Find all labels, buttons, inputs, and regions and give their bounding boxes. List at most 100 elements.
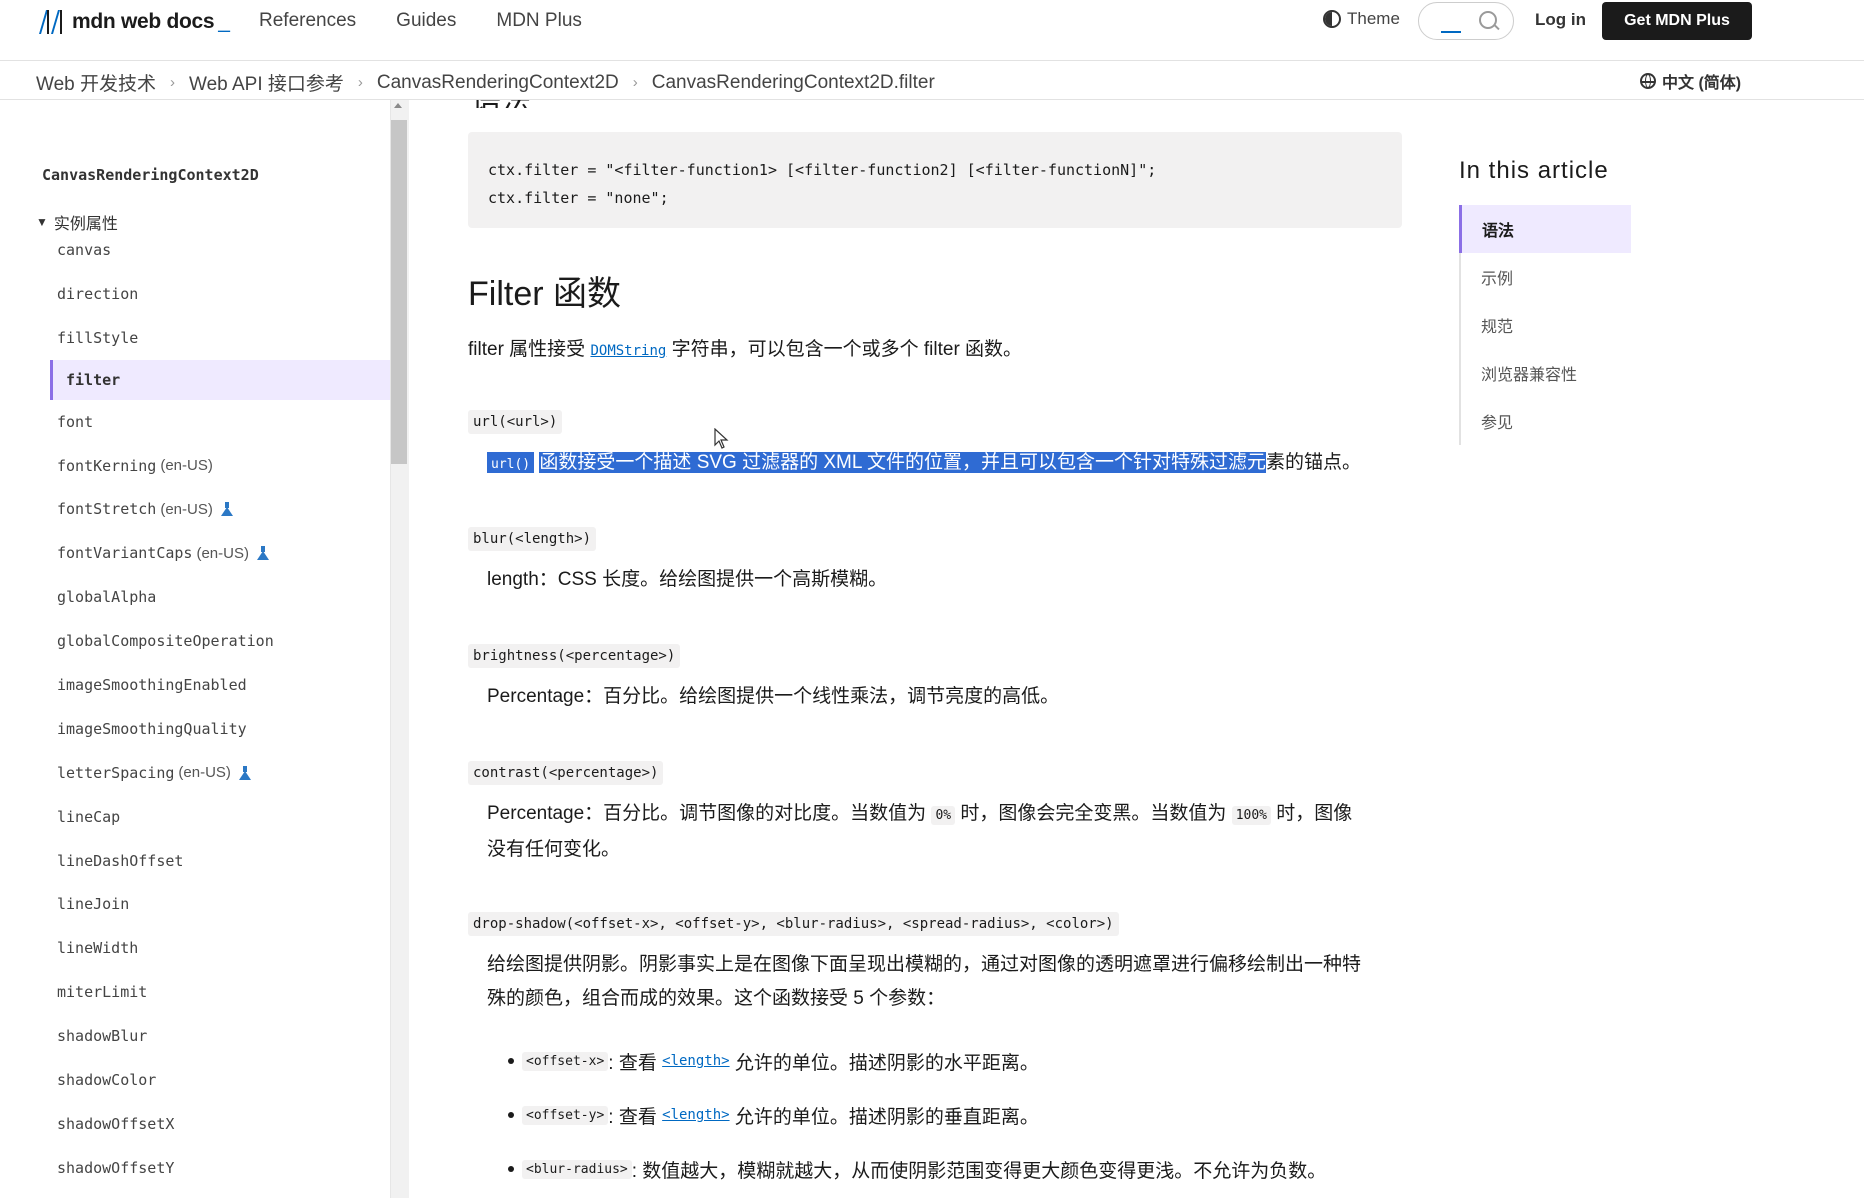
sidebar-item-label: shadowColor xyxy=(57,1070,157,1089)
sidebar-item-fontstretch[interactable]: fontStretch (en-US) xyxy=(50,487,390,531)
mdn-logo-icon xyxy=(39,10,62,34)
sidebar-item-fontvariantcaps[interactable]: fontVariantCaps (en-US) xyxy=(50,531,390,575)
domstring-link[interactable]: DOMString xyxy=(590,343,666,359)
sidebar-item-globalalpha[interactable]: globalAlpha xyxy=(50,575,390,619)
search-input[interactable] xyxy=(1418,2,1514,40)
breadcrumb-item[interactable]: Web API 接口参考 xyxy=(189,69,344,96)
sidebar-scrollbar-thumb[interactable] xyxy=(391,120,407,464)
nav-mdn-plus[interactable]: MDN Plus xyxy=(496,10,582,32)
theme-toggle[interactable]: Theme xyxy=(1323,9,1400,29)
sidebar-item-filter[interactable]: filter xyxy=(50,359,390,400)
term-url: url(<url>) xyxy=(468,410,563,434)
sidebar-title[interactable]: CanvasRenderingContext2D xyxy=(42,166,259,184)
code-chip: <offset-x> xyxy=(522,1051,609,1071)
length-link[interactable]: <length> xyxy=(662,1107,729,1123)
sidebar-item-direction[interactable]: direction xyxy=(50,272,390,316)
sidebar-item-label: lineWidth xyxy=(57,939,139,958)
code-chip-url: url() xyxy=(491,457,531,472)
toc-item[interactable]: 规范 xyxy=(1461,301,1631,349)
toc-item[interactable]: 示例 xyxy=(1461,253,1631,301)
sidebar-item-letterspacing[interactable]: letterSpacing (en-US) xyxy=(50,751,390,795)
desc-contrast: Percentage：百分比。调节图像的对比度。当数值为 0% 时，图像会完全变… xyxy=(487,803,1353,860)
triangle-down-icon: ▼ xyxy=(36,215,48,229)
login-link[interactable]: Log in xyxy=(1535,10,1586,30)
sidebar-item-label: lineCap xyxy=(57,807,121,826)
sidebar-item-label: imageSmoothingEnabled xyxy=(57,675,247,694)
sidebar-item-shadowcolor[interactable]: shadowColor xyxy=(50,1058,390,1102)
drop-shadow-params-list: <offset-x> : 查看 <length> 允许的单位。描述阴影的水平距离… xyxy=(508,1034,1422,1196)
mouse-cursor-icon xyxy=(714,428,729,449)
experimental-flask-icon xyxy=(256,546,269,561)
sidebar-item-canvas[interactable]: canvas xyxy=(50,228,390,272)
sidebar-item-shadowoffsetx[interactable]: shadowOffsetX xyxy=(50,1102,390,1146)
sidebar-item-locale: (en-US) xyxy=(160,500,213,518)
term-brightness: brightness(<percentage>) xyxy=(468,644,681,668)
code-chip: <offset-y> xyxy=(522,1105,609,1125)
sidebar-item-label: fontStretch xyxy=(57,500,157,519)
logo-text: mdn web docs xyxy=(72,10,215,33)
sidebar-item-label: lineDashOffset xyxy=(57,851,184,870)
top-header: mdn web docs _ References Guides MDN Plu… xyxy=(0,0,1864,61)
sidebar-item-shadowoffsety[interactable]: shadowOffsetY xyxy=(50,1146,390,1190)
sidebar-item-linewidth[interactable]: lineWidth xyxy=(50,926,390,970)
toc-item[interactable]: 参见 xyxy=(1461,397,1631,445)
toc-item[interactable]: 语法 xyxy=(1459,205,1631,253)
sidebar-item-globalcompositeoperation[interactable]: globalCompositeOperation xyxy=(50,619,390,663)
code-chip: 0% xyxy=(931,806,956,825)
sidebar-item-linejoin[interactable]: lineJoin xyxy=(50,882,390,926)
scroll-up-arrow-icon[interactable] xyxy=(394,103,402,108)
sidebar-item-label: fontVariantCaps xyxy=(57,544,193,563)
experimental-flask-icon xyxy=(220,502,233,517)
breadcrumb-item[interactable]: CanvasRenderingContext2D xyxy=(377,72,619,94)
search-icon xyxy=(1479,11,1497,29)
list-item: <offset-x> : 查看 <length> 允许的单位。描述阴影的水平距离… xyxy=(508,1034,1422,1088)
code-chip: <blur-radius> xyxy=(522,1159,632,1179)
sidebar-item-label: direction xyxy=(57,284,139,303)
sidebar: CanvasRenderingContext2D ▼ 实例属性 canvas di… xyxy=(0,100,390,1198)
sidebar-item-locale: (en-US) xyxy=(178,764,231,782)
sidebar-item-imagesmoothingenabled[interactable]: imageSmoothingEnabled xyxy=(50,663,390,707)
sidebar-item-fillstyle[interactable]: fillStyle xyxy=(50,316,390,360)
term-drop-shadow: drop-shadow(<offset-x>, <offset-y>, <blu… xyxy=(468,912,1119,936)
sidebar-item-label: filter xyxy=(66,370,121,389)
sidebar-item-shadowblur[interactable]: shadowBlur xyxy=(50,1014,390,1058)
desc-blur: length：CSS 长度。给绘图提供一个高斯模糊。 xyxy=(487,569,888,590)
sidebar-item-label: font xyxy=(57,412,94,431)
section-heading-filter-functions: Filter 函数 xyxy=(468,275,621,313)
desc-brightness: Percentage：百分比。给绘图提供一个线性乘法，调节亮度的高低。 xyxy=(487,686,1060,707)
sidebar-item-label: globalAlpha xyxy=(57,588,157,607)
sidebar-item-linedashoffset[interactable]: lineDashOffset xyxy=(50,839,390,883)
list-item: <blur-radius> : 数值越大，模糊就越大，从而使阴影范围变得更大颜色… xyxy=(508,1142,1422,1196)
length-link[interactable]: <length> xyxy=(662,1053,729,1069)
chevron-right-icon: › xyxy=(170,74,176,91)
term-contrast: contrast(<percentage>) xyxy=(468,761,664,785)
sidebar-item-label: shadowBlur xyxy=(57,1027,148,1046)
sidebar-item-label: globalCompositeOperation xyxy=(57,632,274,651)
nav-references[interactable]: References xyxy=(259,10,356,32)
chevron-right-icon: › xyxy=(357,74,363,91)
chevron-right-icon: › xyxy=(632,74,638,91)
toc-item[interactable]: 浏览器兼容性 xyxy=(1461,349,1631,397)
selected-text: 函数接受一个描述 SVG 过滤器的 XML 文件的位置，并且可以包含一个针对特殊… xyxy=(539,452,1267,473)
breadcrumb-item[interactable]: Web 开发技术 xyxy=(36,69,156,96)
language-switcher[interactable]: 中文 (简体) xyxy=(1640,69,1741,93)
code-line: ctx.filter = "<filter-function1> [<filte… xyxy=(488,161,1157,179)
get-mdn-plus-button[interactable]: Get MDN Plus xyxy=(1602,2,1752,40)
theme-icon xyxy=(1323,10,1341,28)
sidebar-item-linecap[interactable]: lineCap xyxy=(50,795,390,839)
mdn-logo[interactable]: mdn web docs _ xyxy=(36,6,230,38)
sidebar-item-locale: (en-US) xyxy=(160,457,213,474)
sidebar-item-font[interactable]: font xyxy=(50,400,390,444)
sidebar-item-fontkerning[interactable]: fontKerning (en-US) xyxy=(50,444,390,488)
globe-icon xyxy=(1640,73,1656,89)
language-label: 中文 (简体) xyxy=(1662,75,1742,92)
sidebar-item-imagesmoothingquality[interactable]: imageSmoothingQuality xyxy=(50,707,390,751)
nav-guides[interactable]: Guides xyxy=(396,10,456,32)
breadcrumb-bar: Web 开发技术 › Web API 接口参考 › CanvasRenderin… xyxy=(0,61,1864,100)
breadcrumb-item-current[interactable]: CanvasRenderingContext2D.filter xyxy=(652,72,935,94)
list-item: <offset-y> : 查看 <length> 允许的单位。描述阴影的垂直距离… xyxy=(508,1088,1422,1142)
sidebar-item-miterlimit[interactable]: miterLimit xyxy=(50,970,390,1014)
desc-url: url() 函数接受一个描述 SVG 过滤器的 XML 文件的位置，并且可以包含… xyxy=(487,446,1417,482)
sidebar-item-label: miterLimit xyxy=(57,983,148,1002)
term-blur: blur(<length>) xyxy=(468,527,597,551)
